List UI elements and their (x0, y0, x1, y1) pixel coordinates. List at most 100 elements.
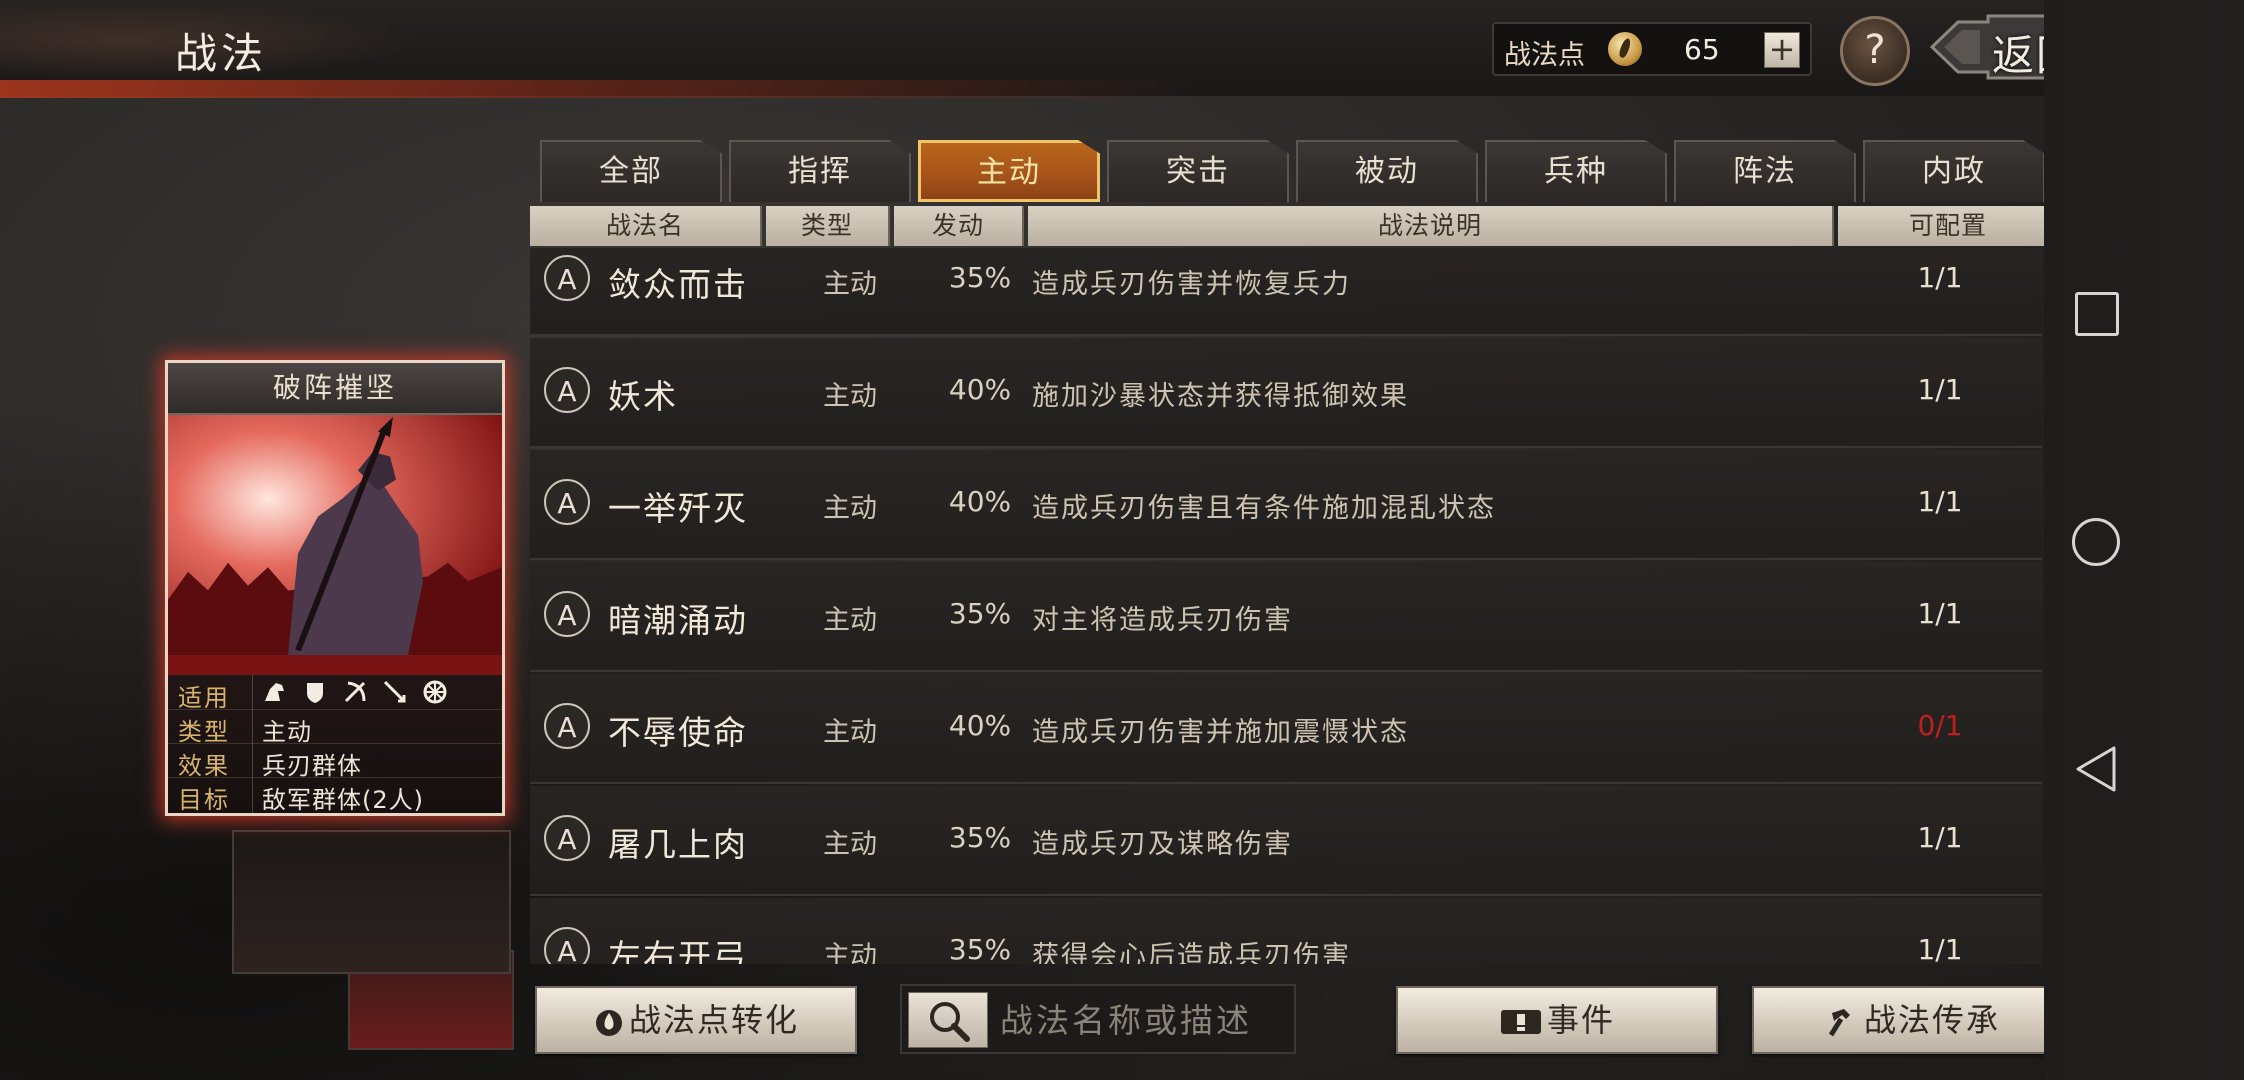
grade-badge: A (544, 927, 590, 964)
tactic-description: 对主将造成兵刃伤害 (1032, 605, 1293, 636)
card-effect-key: 效果 (178, 752, 230, 780)
card-target-value: 敌军群体(2人) (262, 786, 424, 814)
tactic-description: 造成兵刃伤害且有条件施加混乱状态 (1032, 493, 1496, 524)
column-header-type[interactable]: 类型 (766, 206, 890, 246)
table-row[interactable]: A 敛众而击 主动 35% 造成兵刃伤害并恢复兵力 1/1 (530, 248, 2042, 336)
home-icon[interactable] (2072, 518, 2120, 566)
tactic-preview-card[interactable]: 破阵摧坚 适用 类型 主动 效果 兵刃群体 目标 敌军群体(2人) (165, 360, 505, 816)
card-type-value: 主动 (262, 718, 312, 746)
table-row[interactable]: A 暗潮涌动 主动 35% 对主将造成兵刃伤害 1/1 (530, 562, 2042, 672)
spear-icon (383, 680, 406, 703)
search-input[interactable] (998, 994, 1292, 1046)
table-row[interactable]: A 左右开弓 主动 35% 获得会心后造成兵刃伤害 1/1 (530, 898, 2042, 964)
tactic-name: 暗潮涌动 (608, 601, 748, 640)
tactic-description: 造成兵刃伤害并恢复兵力 (1032, 269, 1351, 300)
card-type-key: 类型 (178, 718, 230, 746)
tactic-point-coin-icon (1608, 32, 1642, 66)
tactic-list[interactable]: A 敛众而击 主动 35% 造成兵刃伤害并恢复兵力 1/1 A 妖术 主动 40… (530, 248, 2042, 964)
tactic-availability: 1/1 (1917, 485, 1963, 518)
search-button[interactable] (908, 992, 988, 1048)
card-apply-key: 适用 (178, 684, 230, 712)
tactic-availability: 0/1 (1917, 709, 1963, 742)
table-row[interactable]: A 屠几上肉 主动 35% 造成兵刃及谋略伤害 1/1 (530, 786, 2042, 896)
events-button[interactable]: 事件 (1396, 986, 1718, 1054)
tactic-type: 主动 (823, 941, 877, 964)
grade-badge: A (544, 255, 590, 301)
bow-icon (344, 681, 366, 703)
category-tabs: 全部 指挥 主动 突击 被动 兵种 阵法 内政 (540, 140, 2045, 204)
scroll-alert-icon (1500, 1010, 1541, 1034)
hammer-icon (1828, 1009, 1850, 1037)
grade-badge: A (544, 479, 590, 525)
tactic-description: 造成兵刃伤害并施加震慑状态 (1032, 717, 1409, 748)
tactic-name: 妖术 (608, 377, 678, 416)
tactic-type: 主动 (823, 269, 877, 300)
table-row[interactable]: A 不辱使命 主动 40% 造成兵刃伤害并施加震慑状态 0/1 (530, 674, 2042, 784)
convert-points-label: 战法点转化 (628, 1001, 799, 1039)
tactic-type: 主动 (823, 605, 877, 636)
grade-badge: A (544, 591, 590, 637)
column-header-description: 战法说明 (1028, 206, 1834, 246)
android-navigation-bar (2044, 0, 2244, 1080)
tactic-points-box: 战法点 65 + (1492, 22, 1812, 76)
tactic-availability: 1/1 (1917, 933, 1963, 964)
inherit-tactic-button[interactable]: 战法传承 (1752, 986, 2074, 1054)
tactic-description: 施加沙暴状态并获得抵御效果 (1032, 381, 1409, 412)
back-triangle-icon[interactable] (2074, 744, 2118, 794)
coin-drop-icon (595, 1010, 622, 1036)
tactic-name: 一举歼灭 (608, 489, 748, 528)
grade-badge: A (544, 815, 590, 861)
add-points-button[interactable]: + (1764, 32, 1800, 68)
events-label: 事件 (1546, 1001, 1615, 1039)
warrior-artwork-icon (168, 415, 502, 655)
tab-all[interactable]: 全部 (540, 140, 722, 202)
tactic-type: 主动 (823, 829, 877, 860)
help-button[interactable]: ? (1840, 16, 1910, 86)
column-header-available[interactable]: 可配置 (1838, 206, 2060, 246)
convert-points-button[interactable]: 战法点转化 (535, 986, 857, 1054)
tab-troop-type[interactable]: 兵种 (1485, 140, 1667, 202)
table-row[interactable]: A 一举歼灭 主动 40% 造成兵刃伤害且有条件施加混乱状态 1/1 (530, 450, 2042, 560)
column-header-name[interactable]: 战法名 (530, 206, 762, 246)
tab-assault[interactable]: 突击 (1107, 140, 1289, 202)
table-header: 战法名 类型 发动 战法说明 可配置 (530, 206, 2060, 246)
card-effect-value: 兵刃群体 (262, 752, 362, 780)
tab-active[interactable]: 主动 (918, 140, 1100, 202)
tactic-description: 造成兵刃及谋略伤害 (1032, 829, 1293, 860)
recents-icon[interactable] (2075, 292, 2119, 336)
tactic-type: 主动 (823, 493, 877, 524)
top-bar-glow (0, 80, 1200, 98)
tactic-points-label: 战法点 (1504, 40, 1585, 71)
tactic-name: 敛众而击 (608, 265, 748, 304)
tab-passive[interactable]: 被动 (1296, 140, 1478, 202)
tab-formation[interactable]: 阵法 (1674, 140, 1856, 202)
shield-icon (307, 683, 323, 703)
wheel-icon (423, 680, 447, 704)
unit-type-icons (262, 679, 448, 705)
card-info: 适用 类型 主动 效果 兵刃群体 目标 敌军群体(2人) (168, 675, 502, 813)
card-info-target: 目标 敌军群体(2人) (168, 777, 502, 813)
card-title: 破阵摧坚 (168, 363, 502, 415)
tab-command[interactable]: 指挥 (729, 140, 911, 202)
tactic-name: 屠几上肉 (608, 825, 748, 864)
card-target-key: 目标 (178, 786, 230, 814)
grade-badge: A (544, 367, 590, 413)
search-icon (930, 1002, 970, 1042)
top-bar: 战法 战法点 65 + ? 返回 (0, 0, 2128, 98)
cavalry-icon (265, 683, 284, 701)
tactic-availability: 1/1 (1917, 821, 1963, 854)
tactic-type: 主动 (823, 717, 877, 748)
tactic-name: 不辱使命 (608, 713, 748, 752)
column-header-rate[interactable]: 发动 (894, 206, 1024, 246)
table-row[interactable]: A 妖术 主动 40% 施加沙暴状态并获得抵御效果 1/1 (530, 338, 2042, 448)
card-info-apply: 适用 (168, 675, 502, 712)
grade-badge: A (544, 703, 590, 749)
tactic-availability: 1/1 (1917, 373, 1963, 406)
tab-internal-affairs[interactable]: 内政 (1863, 140, 2045, 202)
tactic-availability: 1/1 (1917, 261, 1963, 294)
inherit-tactic-label: 战法传承 (1863, 1001, 2000, 1039)
tactic-description: 获得会心后造成兵刃伤害 (1032, 941, 1351, 964)
card-stack-middle (232, 830, 511, 974)
tactic-type: 主动 (823, 381, 877, 412)
tactic-points-value: 65 (1684, 33, 1720, 66)
